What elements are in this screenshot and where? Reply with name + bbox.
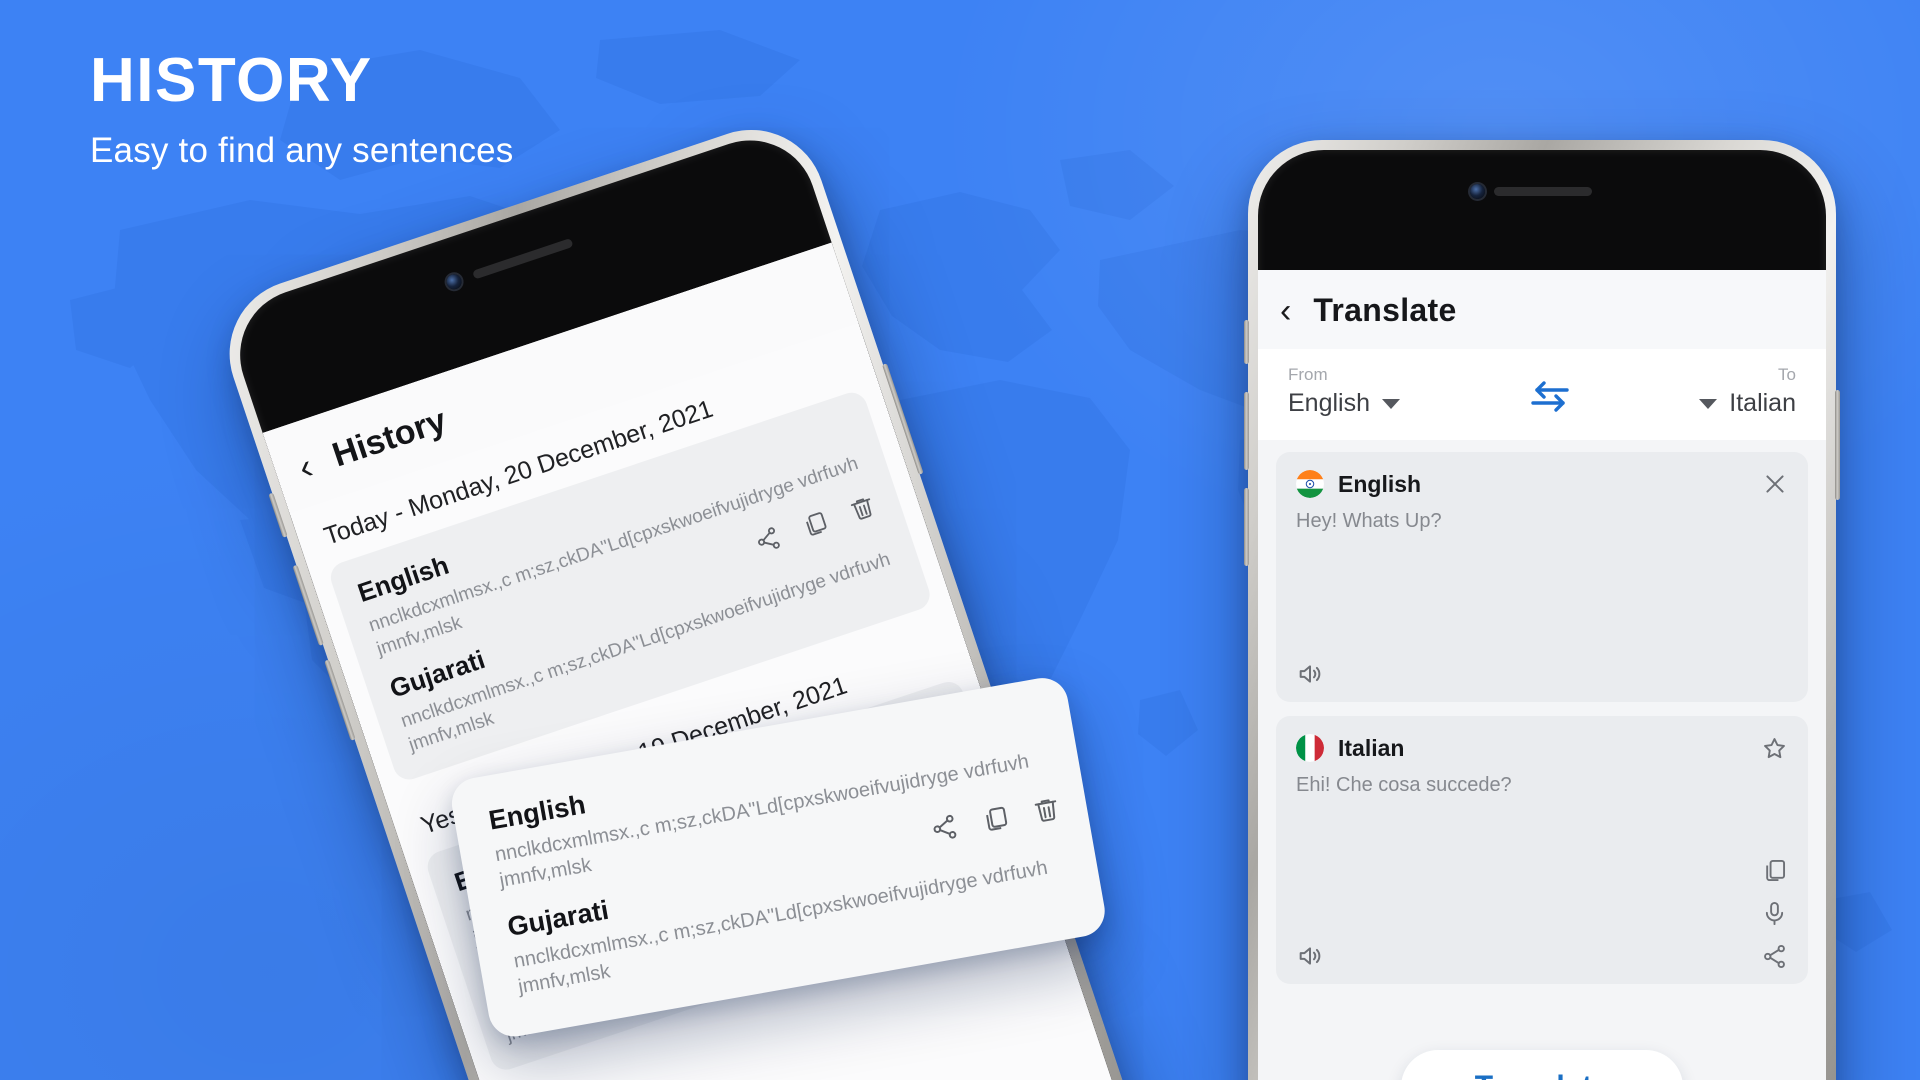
speaker-icon[interactable]: [1296, 660, 1324, 688]
star-outline-icon[interactable]: [1761, 735, 1788, 762]
phone-volume-down-button[interactable]: [1244, 488, 1249, 566]
from-label: From: [1288, 365, 1328, 384]
page-subtitle: Easy to find any sentences: [90, 131, 514, 171]
phone-front-camera-icon: [1470, 184, 1485, 199]
chevron-left-icon[interactable]: ‹: [1280, 294, 1291, 328]
translate-button[interactable]: Translate: [1400, 1050, 1684, 1080]
chevron-down-icon[interactable]: [1699, 398, 1718, 409]
to-language-value: Italian: [1729, 389, 1796, 417]
phone-earpiece: [472, 238, 574, 280]
phone-front-camera-icon: [444, 272, 464, 292]
from-language-selector[interactable]: From English: [1288, 365, 1400, 418]
italy-flag-icon: [1296, 734, 1324, 762]
close-icon[interactable]: [1762, 471, 1788, 497]
india-flag-icon: [1296, 470, 1324, 498]
chevron-left-icon[interactable]: ‹: [293, 445, 317, 488]
trash-icon[interactable]: [1030, 793, 1062, 825]
translate-button-wrapper: Translate: [1258, 1028, 1826, 1080]
translate-phone-frame: ‹ Translate From English To Italian Engl…: [1244, 140, 1840, 1080]
target-card-footer: [1296, 857, 1788, 970]
copy-icon[interactable]: [979, 803, 1011, 835]
speaker-icon[interactable]: [1296, 942, 1324, 970]
translate-cards: English Hey! Whats Up? Italian Ehi! Che …: [1258, 440, 1826, 1028]
page-title: HISTORY: [90, 46, 373, 115]
to-language-selector[interactable]: To Italian: [1699, 365, 1796, 418]
source-card-footer: [1296, 660, 1788, 688]
translate-topbar: ‹ Translate: [1258, 270, 1826, 349]
translate-title: Translate: [1313, 292, 1457, 328]
microphone-icon[interactable]: [1761, 900, 1788, 927]
translate-screen: ‹ Translate From English To Italian Engl…: [1258, 270, 1826, 1080]
target-text-card[interactable]: Italian Ehi! Che cosa succede?: [1276, 716, 1808, 984]
swap-horizontal-icon[interactable]: [1522, 374, 1578, 418]
target-card-header: Italian: [1296, 734, 1788, 762]
share-icon[interactable]: [928, 812, 960, 844]
chevron-down-icon[interactable]: [1382, 398, 1400, 409]
phone-volume-up-button[interactable]: [1244, 392, 1249, 470]
phone-mute-switch[interactable]: [1244, 320, 1249, 364]
source-card-language: English: [1338, 470, 1422, 497]
target-card-language: Italian: [1338, 734, 1405, 761]
target-card-actions: [1761, 857, 1788, 970]
to-label: To: [1778, 365, 1796, 384]
source-text-card[interactable]: English Hey! Whats Up?: [1276, 452, 1808, 702]
headline-block: HISTORY Easy to find any sentences: [90, 48, 514, 171]
phone-power-button[interactable]: [1835, 390, 1840, 500]
language-selector-bar: From English To Italian: [1258, 349, 1826, 440]
source-card-header: English: [1296, 470, 1788, 498]
copy-icon[interactable]: [1761, 857, 1788, 884]
source-card-text: Hey! Whats Up?: [1296, 510, 1442, 532]
target-card-text: Ehi! Che cosa succede?: [1296, 774, 1512, 796]
from-language-value: English: [1288, 389, 1370, 417]
translate-phone-body: ‹ Translate From English To Italian Engl…: [1258, 150, 1826, 1080]
share-icon[interactable]: [1761, 943, 1788, 970]
phone-earpiece: [1494, 187, 1592, 196]
